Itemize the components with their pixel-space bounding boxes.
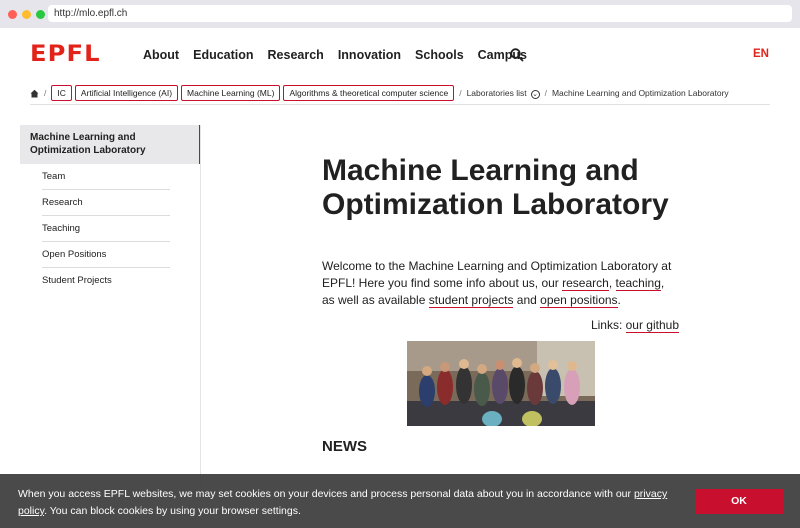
links-label: Links: bbox=[590, 318, 626, 332]
window-controls bbox=[8, 9, 45, 19]
sidebar-item-teaching[interactable]: Teaching bbox=[42, 216, 170, 242]
github-link[interactable]: our github bbox=[625, 318, 679, 333]
page-title: Machine Learning and Optimization Labora… bbox=[322, 154, 669, 221]
intro-text: . bbox=[617, 293, 621, 307]
sidebar: Machine Learning and Optimization Labora… bbox=[20, 125, 201, 294]
group-photo-image bbox=[407, 341, 595, 426]
sidebar-divider bbox=[200, 125, 201, 485]
language-switch[interactable]: EN bbox=[753, 48, 769, 60]
breadcrumb-ic[interactable]: IC bbox=[51, 85, 72, 101]
open-positions-link[interactable]: open positions bbox=[540, 293, 618, 308]
main-content: Machine Learning and Optimization Labora… bbox=[322, 154, 692, 455]
nav-about[interactable]: About bbox=[143, 48, 179, 62]
nav-research[interactable]: Research bbox=[268, 48, 324, 62]
minimize-window-icon[interactable] bbox=[22, 9, 31, 19]
cookie-banner: When you access EPFL websites, we may se… bbox=[0, 474, 800, 528]
breadcrumb-separator: / bbox=[44, 88, 47, 98]
home-icon[interactable] bbox=[30, 89, 39, 98]
epfl-logo[interactable]: EPFL bbox=[30, 42, 101, 67]
main-nav: About Education Research Innovation Scho… bbox=[143, 48, 541, 62]
intro-paragraph: Welcome to the Machine Learning and Opti… bbox=[322, 258, 672, 309]
chevron-down-icon[interactable]: ⌄ bbox=[530, 89, 540, 99]
browser-toolbar: http://mlo.epfl.ch bbox=[0, 0, 800, 28]
cookie-message: When you access EPFL websites, we may se… bbox=[18, 486, 688, 520]
cookie-text: When you access EPFL websites, we may se… bbox=[18, 488, 634, 500]
intro-text: and bbox=[513, 293, 541, 307]
cookie-text: . You can block cookies by using your br… bbox=[44, 505, 301, 517]
breadcrumb-divider bbox=[30, 104, 770, 105]
intro-text: , bbox=[608, 276, 616, 290]
sidebar-item-student-projects[interactable]: Student Projects bbox=[42, 268, 170, 294]
breadcrumb-ai[interactable]: Artificial Intelligence (AI) bbox=[74, 85, 179, 101]
breadcrumb-ml[interactable]: Machine Learning (ML) bbox=[181, 85, 281, 101]
breadcrumb: / IC Artificial Intelligence (AI) Machin… bbox=[30, 83, 729, 103]
labs-list-label: Laboratories list bbox=[466, 87, 527, 98]
news-heading: NEWS bbox=[322, 438, 367, 455]
sidebar-item-team[interactable]: Team bbox=[42, 164, 170, 190]
nav-education[interactable]: Education bbox=[193, 48, 253, 62]
cookie-ok-button[interactable]: OK bbox=[695, 489, 783, 514]
student-projects-link[interactable]: student projects bbox=[428, 293, 514, 308]
close-window-icon[interactable] bbox=[8, 9, 17, 19]
sidebar-item-research[interactable]: Research bbox=[42, 190, 170, 216]
breadcrumb-current: Machine Learning and Optimization Labora… bbox=[551, 88, 729, 98]
address-bar[interactable]: http://mlo.epfl.ch bbox=[48, 5, 792, 22]
maximize-window-icon[interactable] bbox=[36, 9, 45, 19]
nav-innovation[interactable]: Innovation bbox=[338, 48, 401, 62]
teaching-link[interactable]: teaching bbox=[615, 276, 661, 291]
sidebar-item-open-positions[interactable]: Open Positions bbox=[42, 242, 170, 268]
breadcrumb-separator: / bbox=[459, 88, 462, 98]
nav-schools[interactable]: Schools bbox=[415, 48, 464, 62]
breadcrumb-labs-list[interactable]: Laboratories list ⌄ bbox=[467, 88, 540, 99]
research-link[interactable]: research bbox=[562, 276, 609, 291]
links-line: Links: our github bbox=[322, 318, 679, 333]
site-header: EPFL About Education Research Innovation… bbox=[0, 28, 800, 80]
search-icon[interactable] bbox=[510, 48, 524, 62]
sidebar-lab-title[interactable]: Machine Learning and Optimization Labora… bbox=[20, 125, 201, 164]
lab-group-photo bbox=[407, 341, 595, 426]
breadcrumb-algorithms[interactable]: Algorithms & theoretical computer scienc… bbox=[283, 85, 455, 101]
breadcrumb-separator: / bbox=[544, 88, 547, 98]
